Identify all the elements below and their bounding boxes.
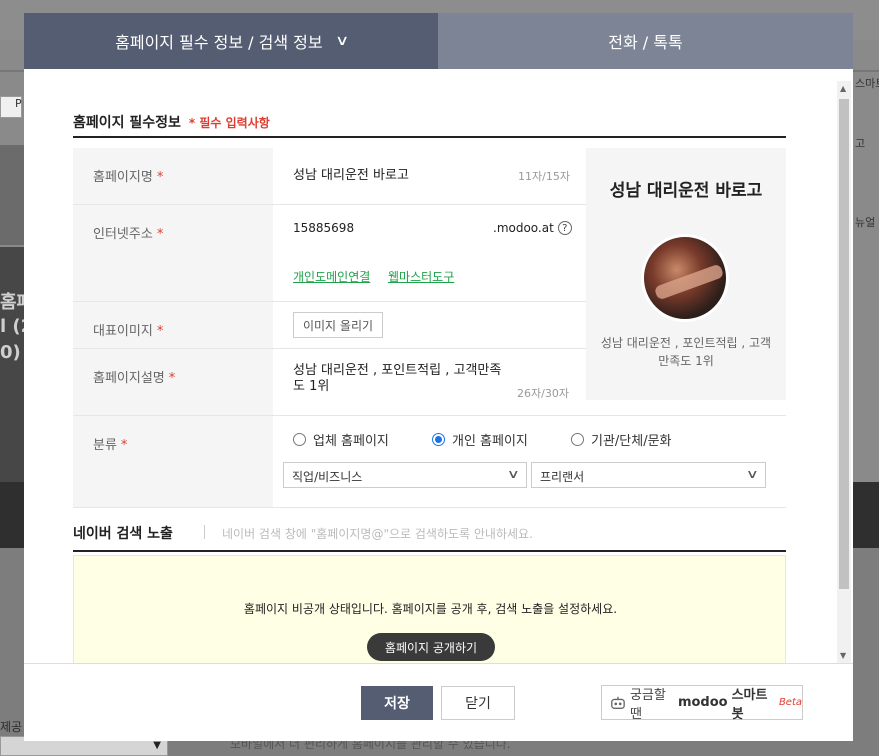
beta-badge: Beta — [778, 697, 802, 708]
required-note: * 필수 입력사항 — [188, 116, 270, 130]
scroll-up-icon[interactable]: ▲ — [840, 84, 846, 93]
preview-title: 성남 대리운전 바로고 — [609, 181, 763, 201]
preview-image — [641, 234, 729, 322]
category-label: 분류 * — [73, 416, 273, 507]
naver-search-description: 네이버 검색 창에 "홈페이지명@"으로 검색하도록 안내하세요. — [222, 527, 533, 541]
settings-modal: 홈페이지 필수 정보 / 검색 정보 ∨ 전화 / 톡톡 홈페이지 필수정보 * … — [24, 13, 853, 741]
description-char-count: 26자/30자 — [517, 387, 569, 400]
description-line: 도 1위 — [293, 379, 330, 394]
save-button[interactable]: 저장 — [361, 686, 433, 720]
personal-domain-link[interactable]: 개인도메인연결 — [293, 268, 370, 285]
smartbot-suffix: 스마트봇 — [731, 687, 768, 722]
required-section-title: 홈페이지 필수정보 * 필수 입력사항 — [73, 112, 270, 132]
category-select-primary[interactable]: 직업/비즈니스 ∨ — [283, 462, 527, 488]
background-right-text: 뉴얼 — [855, 216, 876, 229]
required-info-form: 홈페이지명 * 성남 대리운전 바로고 11자/15자 인터넷주소 * 158856… — [73, 148, 786, 508]
background-right-text: 스마트봇 — [855, 77, 879, 90]
publish-homepage-button[interactable]: 홈페이지 공개하기 — [367, 633, 495, 661]
required-section-title-text: 홈페이지 필수정보 — [73, 115, 181, 131]
modal-footer: 저장 닫기 궁금할 땐 modoo 스마트봇 Beta — [24, 663, 853, 741]
divider — [204, 525, 205, 539]
section-divider — [73, 550, 786, 552]
radio-business[interactable]: 업체 홈페이지 — [293, 430, 389, 449]
radio-circle — [293, 433, 306, 446]
background-right-text: 고 — [855, 137, 866, 150]
image-label: 대표이미지 * — [73, 302, 273, 348]
background-left-text: 0) — [0, 342, 21, 363]
radio-circle-selected — [432, 433, 445, 446]
webmaster-tools-link[interactable]: 웹마스터도구 — [388, 268, 454, 285]
smartbot-prefix: 궁금할 땐 — [629, 687, 666, 722]
description-line: 성남 대리운전 , 포인트적립 , 고객만족 — [293, 363, 502, 378]
smartbot-brand: modoo — [677, 695, 728, 710]
background-bottom-left-text: 제공 — [0, 720, 23, 734]
background-dark-panel — [0, 247, 24, 482]
name-label: 홈페이지명 * — [73, 148, 273, 204]
url-suffix: .modoo.at? — [493, 221, 572, 235]
naver-notice-message: 홈페이지 비공개 상태입니다. 홈페이지를 공개 후, 검색 노출을 설정하세요… — [243, 602, 618, 616]
background-right-dark — [853, 482, 879, 548]
chevron-down-icon: ∨ — [507, 467, 521, 481]
robot-icon — [611, 696, 625, 709]
url-field[interactable]: 15885698 — [293, 221, 354, 235]
background-box: P — [0, 96, 22, 118]
tab-phone-talk-label: 전화 / 톡톡 — [608, 33, 683, 52]
scrollbar-thumb[interactable] — [839, 99, 849, 589]
smartbot-button[interactable]: 궁금할 땐 modoo 스마트봇 Beta — [601, 685, 803, 722]
tab-required-info[interactable]: 홈페이지 필수 정보 / 검색 정보 ∨ — [24, 13, 438, 69]
modal-content: 홈페이지 필수정보 * 필수 입력사항 홈페이지명 * 성남 대리운전 바로고 11… — [24, 69, 853, 663]
description-label: 홈페이지설명 * — [73, 349, 273, 415]
name-char-count: 11자/15자 — [518, 170, 570, 183]
upload-image-button[interactable]: 이미지 올리기 — [293, 312, 383, 338]
scroll-down-icon[interactable]: ▼ — [840, 651, 846, 660]
description-field[interactable]: 성남 대리운전 , 포인트적립 , 고객만족 도 1위 — [293, 363, 501, 395]
naver-notice-box: 홈페이지 비공개 상태입니다. 홈페이지를 공개 후, 검색 노출을 설정하세요… — [73, 555, 786, 663]
form-row-category: 분류 * 업체 홈페이지 개인 홈페이지 기관/단체/문화 직업/비즈니스 ∨ 프리… — [73, 416, 786, 508]
tab-phone-talk[interactable]: 전화 / 톡톡 — [438, 13, 853, 69]
radio-circle — [571, 433, 584, 446]
homepage-preview-card: 성남 대리운전 바로고 성남 대리운전 , 포인트적립 , 고객 만족도 1위 — [586, 148, 786, 400]
category-select-secondary[interactable]: 프리랜서 ∨ — [531, 462, 766, 488]
chevron-down-icon: ∨ — [746, 467, 760, 481]
modal-tabs: 홈페이지 필수 정보 / 검색 정보 ∨ 전화 / 톡톡 — [24, 13, 853, 69]
background-left-panel — [0, 145, 24, 245]
chevron-down-icon: ∨ — [334, 33, 349, 49]
naver-search-title: 네이버 검색 노출 — [73, 526, 173, 542]
close-button[interactable]: 닫기 — [441, 686, 515, 720]
preview-description: 성남 대리운전 , 포인트적립 , 고객 만족도 1위 — [600, 336, 772, 368]
url-label: 인터넷주소 * — [73, 205, 273, 301]
radio-organization[interactable]: 기관/단체/문화 — [571, 430, 672, 449]
homepage-name-field[interactable]: 성남 대리운전 바로고 — [293, 164, 409, 183]
section-divider — [73, 136, 786, 138]
modal-scrollbar[interactable]: ▲ ▼ — [837, 81, 851, 663]
help-icon[interactable]: ? — [557, 221, 572, 235]
tab-required-info-label: 홈페이지 필수 정보 / 검색 정보 — [115, 33, 323, 52]
radio-personal[interactable]: 개인 홈페이지 — [432, 430, 528, 449]
